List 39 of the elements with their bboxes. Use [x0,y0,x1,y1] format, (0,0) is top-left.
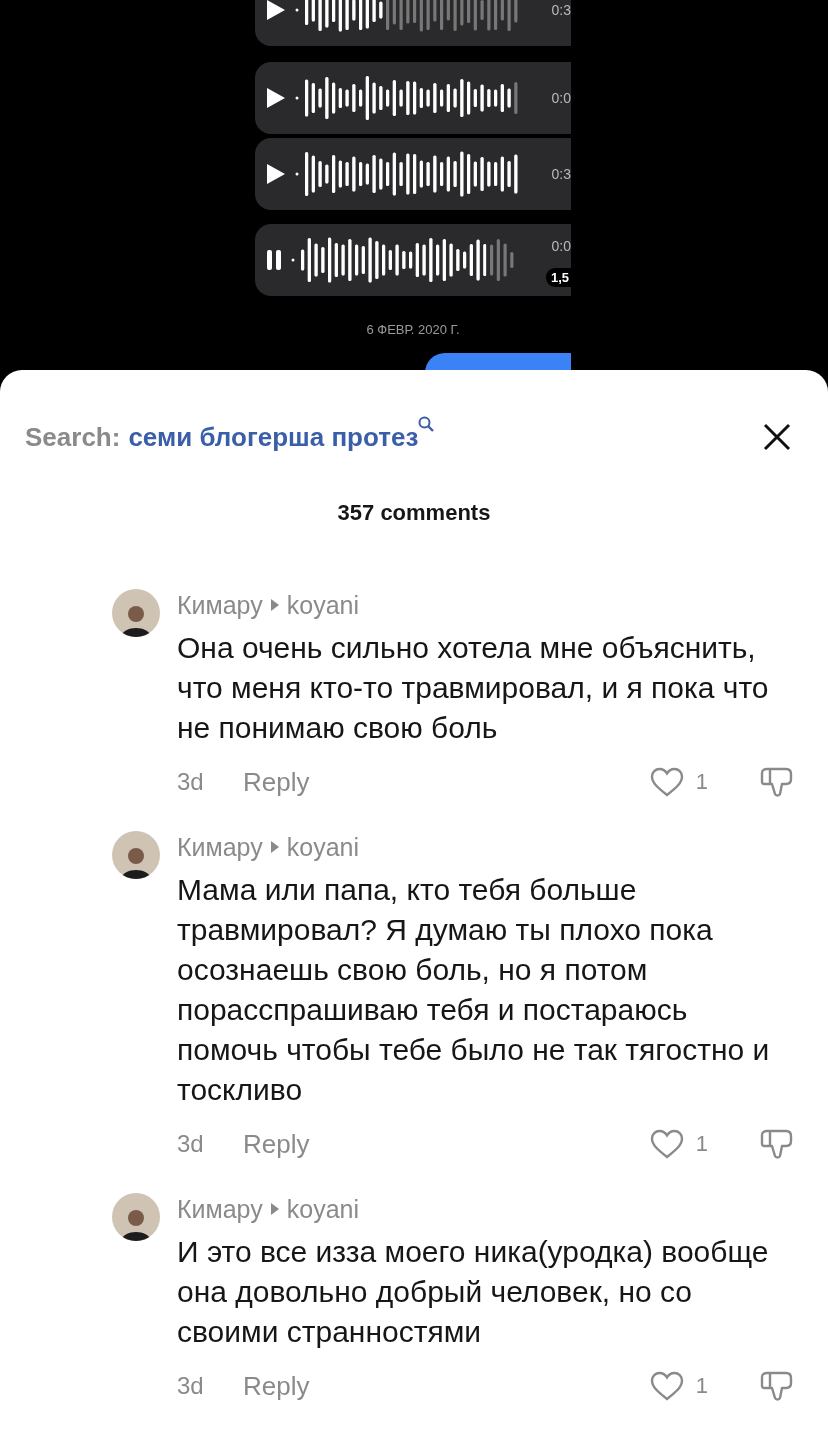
reply-button[interactable]: Reply [243,766,310,798]
reply-to-name[interactable]: koyani [286,590,359,620]
duration-label: 0:0 [551,90,571,106]
duration-label: 0:0 [551,238,571,255]
comment-text: И это все изза моего ника(уродка) вообще она довольно добрый человек, но со своими странностями [177,1234,770,1350]
reply-button[interactable]: Reply [243,1370,310,1402]
avatar[interactable] [112,1193,160,1241]
duration-label: 0:3 [551,166,571,183]
dislike-button[interactable] [760,765,794,799]
duration-label: 0:3 [551,2,571,18]
search-icon[interactable] [418,416,435,432]
dislike-button[interactable] [760,1127,794,1161]
author-name[interactable]: Кимару [177,1194,263,1224]
date-label: 6 ФЕВР. 2020 Г. [365,322,461,338]
triangle-icon [270,1203,279,1215]
comment-text: Мама или папа, кто тебя больше травмировал? Я думаю ты плохо пока осознаешь свою боль, но я потом порасспрашиваю тебя и постараюсь помочь чтобы тебе было не так тягостно и тоскливо [177,872,771,1108]
reply-to-name[interactable]: koyani [286,1194,359,1224]
search-label: Search: [25,421,121,453]
reply-to-name[interactable]: koyani [286,832,359,862]
close-button[interactable] [762,422,792,452]
comment-count: 357 comments [336,500,492,526]
author-name[interactable]: Кимару [177,590,263,620]
avatar[interactable] [112,831,160,879]
dislike-button[interactable] [760,1369,794,1403]
author-name[interactable]: Кимару [177,832,263,862]
triangle-icon [270,599,279,611]
reply-button[interactable]: Reply [243,1128,310,1160]
comment-text: Она очень сильно хотела мне объяснить, что меня кто-то травмировал, и я пока что не понимаю свою боль [177,630,770,746]
pause-icon[interactable] [267,250,281,271]
comment-time: 3d [177,1372,205,1400]
play-icon[interactable] [267,88,285,108]
search-query-link[interactable]: семи блогерша протез [128,421,419,453]
triangle-icon [270,841,279,853]
avatar[interactable] [112,589,160,637]
comment-time: 3d [177,768,205,796]
play-icon[interactable] [267,0,285,20]
speed-badge[interactable]: 1,5 [545,268,571,288]
comment-time: 3d [177,1130,205,1158]
play-icon[interactable] [267,164,285,185]
